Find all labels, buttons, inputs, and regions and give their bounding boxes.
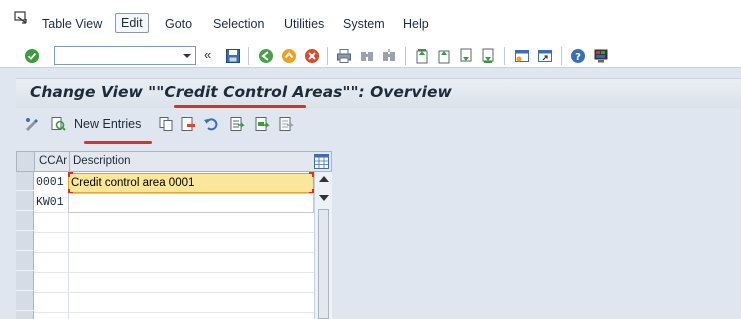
highlight-underline-new-entries bbox=[84, 141, 152, 144]
description-input[interactable] bbox=[68, 193, 314, 213]
title-bar: Change View ""Credit Control Areas"": Ov… bbox=[16, 78, 741, 108]
row-selector[interactable] bbox=[16, 292, 34, 311]
menu-table-view[interactable]: Table View bbox=[36, 14, 108, 34]
exit-icon[interactable] bbox=[281, 48, 297, 64]
standard-toolbar: « ? bbox=[0, 44, 741, 68]
save-icon[interactable] bbox=[225, 48, 241, 64]
select-block-icon[interactable] bbox=[254, 116, 270, 132]
system-menu-icon[interactable] bbox=[14, 11, 28, 25]
find-icon[interactable] bbox=[359, 48, 375, 64]
display-change-icon[interactable] bbox=[24, 116, 40, 132]
row-selector[interactable] bbox=[16, 252, 34, 271]
customize-layout-icon[interactable] bbox=[593, 48, 609, 64]
previous-page-icon[interactable] bbox=[436, 48, 452, 64]
row-selector[interactable] bbox=[16, 192, 34, 211]
print-icon[interactable] bbox=[336, 48, 352, 64]
table-settings-icon[interactable] bbox=[314, 154, 329, 169]
deselect-all-icon[interactable] bbox=[278, 116, 294, 132]
delete-icon[interactable] bbox=[180, 116, 196, 132]
undo-change-icon[interactable] bbox=[203, 116, 219, 132]
command-field[interactable] bbox=[54, 46, 196, 65]
application-toolbar: New Entries bbox=[16, 110, 741, 140]
highlight-underline-title bbox=[174, 105, 306, 108]
row-selector[interactable] bbox=[16, 212, 34, 231]
page-title: Change View ""Credit Control Areas"": Ov… bbox=[30, 83, 452, 101]
new-entries-button[interactable]: New Entries bbox=[74, 117, 141, 131]
back-icon[interactable] bbox=[258, 48, 274, 64]
row-selector[interactable] bbox=[16, 172, 34, 191]
row-selector[interactable] bbox=[16, 232, 34, 251]
chevron-down-icon[interactable] bbox=[181, 49, 193, 62]
svg-text:?: ? bbox=[575, 52, 581, 63]
vertical-scrollbar[interactable] bbox=[314, 172, 332, 319]
menu-bar: Table View Edit Goto Selection Utilities… bbox=[0, 0, 741, 44]
enter-checkmark-icon[interactable] bbox=[24, 48, 40, 64]
menu-selection[interactable]: Selection bbox=[207, 14, 270, 34]
scroll-down-icon[interactable] bbox=[319, 195, 329, 201]
find-next-icon[interactable] bbox=[381, 48, 397, 64]
scroll-up-icon[interactable] bbox=[319, 176, 329, 182]
row-selector-column bbox=[16, 172, 34, 319]
table-control: CCAr Description 0001 Credit control are… bbox=[16, 151, 332, 319]
row-selector[interactable] bbox=[16, 272, 34, 291]
menu-edit[interactable]: Edit bbox=[115, 13, 149, 33]
menu-goto[interactable]: Goto bbox=[159, 14, 198, 34]
cancel-icon[interactable] bbox=[304, 48, 320, 64]
display-details-icon[interactable] bbox=[50, 116, 66, 132]
table-row[interactable]: KW01 bbox=[34, 193, 314, 213]
select-all-rows-button[interactable] bbox=[17, 152, 35, 171]
first-page-icon[interactable] bbox=[414, 48, 430, 64]
menu-utilities[interactable]: Utilities bbox=[278, 14, 330, 34]
help-icon[interactable]: ? bbox=[570, 48, 586, 64]
collapse-command-icon[interactable]: « bbox=[204, 48, 211, 62]
column-header-ccar[interactable]: CCAr bbox=[39, 155, 67, 167]
description-input[interactable]: Credit control area 0001 bbox=[68, 173, 314, 193]
shortcut-icon[interactable] bbox=[537, 48, 553, 64]
table-row[interactable]: 0001 Credit control area 0001 bbox=[34, 172, 314, 194]
last-page-icon[interactable] bbox=[480, 48, 496, 64]
next-page-icon[interactable] bbox=[458, 48, 474, 64]
table-header: CCAr Description bbox=[16, 151, 332, 172]
ccar-cell: 0001 bbox=[36, 176, 64, 189]
select-all-icon[interactable] bbox=[229, 116, 245, 132]
copy-as-icon[interactable] bbox=[158, 116, 174, 132]
menu-system[interactable]: System bbox=[337, 14, 391, 34]
ccar-cell: KW01 bbox=[36, 196, 64, 209]
menu-help[interactable]: Help bbox=[397, 14, 435, 34]
scrollbar-thumb[interactable] bbox=[318, 209, 329, 319]
column-header-description[interactable]: Description bbox=[73, 155, 131, 167]
create-session-icon[interactable] bbox=[514, 48, 530, 64]
